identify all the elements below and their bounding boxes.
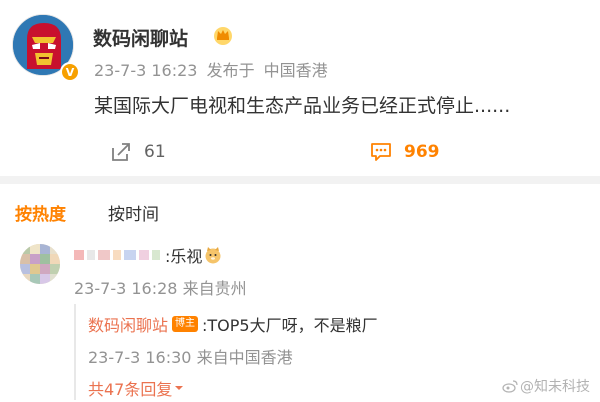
- author-name[interactable]: 数码闲聊站: [93, 24, 188, 51]
- post-date: 23-7-3 16:23: [94, 61, 198, 80]
- comment-icon: [371, 143, 391, 161]
- commenter-name-pixelated[interactable]: :乐视: [74, 244, 222, 266]
- comment-meta: 23-7-3 16:28 来自贵州: [74, 275, 247, 299]
- post-meta: 23-7-3 16:23 发布于 中国香港: [94, 57, 332, 81]
- watermark: @知未科技: [502, 376, 590, 396]
- comment-count: 969: [404, 142, 440, 162]
- weibo-logo-icon: [502, 380, 518, 393]
- reply-author[interactable]: 数码闲聊站: [88, 312, 168, 336]
- comment-location: 来自贵州: [182, 279, 247, 298]
- comment-button[interactable]: 969: [370, 140, 440, 164]
- tab-sort-hot[interactable]: 按热度: [15, 200, 66, 225]
- tab-sort-time[interactable]: 按时间: [108, 200, 159, 225]
- doge-emoji-icon: [205, 247, 221, 264]
- post-location: 中国香港: [263, 61, 328, 80]
- reply-location: 来自中国香港: [196, 348, 293, 367]
- section-divider: [0, 176, 600, 184]
- commenter-avatar[interactable]: [20, 244, 60, 284]
- crown-icon: [214, 27, 232, 45]
- share-icon: [112, 143, 130, 161]
- published-label: 发布于: [206, 61, 255, 80]
- share-button[interactable]: 61: [110, 140, 166, 164]
- comment-text: :乐视: [165, 247, 203, 266]
- reply-date: 23-7-3 16:30: [88, 348, 192, 367]
- reply-meta: 23-7-3 16:30 来自中国香港: [88, 344, 293, 368]
- reply-item: 数码闲聊站 博主 :TOP5大厂呀，不是粮厂: [88, 312, 378, 336]
- more-replies-link[interactable]: 共47条回复: [88, 376, 184, 400]
- reply-thread: 数码闲聊站 博主 :TOP5大厂呀，不是粮厂 23-7-3 16:30 来自中国…: [74, 304, 494, 400]
- host-badge: 博主: [172, 316, 199, 332]
- comment-item: :乐视 23-7-3 16:28 来自贵州: [0, 238, 600, 304]
- reply-text: :TOP5大厂呀，不是粮厂: [202, 316, 378, 335]
- pixelated-avatar-icon: [20, 244, 60, 284]
- more-replies-label: 共47条回复: [88, 380, 173, 399]
- watermark-text: @知未科技: [520, 379, 590, 395]
- verified-v-badge: V: [60, 62, 80, 82]
- action-bar: 61 969: [0, 128, 600, 172]
- post-header: V 数码闲聊站 23-7-3 16:23 发布于 中国香港: [12, 14, 592, 84]
- post-content: 某国际大厂电视和生态产品业务已经正式停止......: [94, 95, 511, 117]
- comment-date: 23-7-3 16:28: [74, 279, 178, 298]
- sort-tabs: 按热度 按时间: [0, 196, 600, 232]
- chevron-down-icon: [175, 386, 184, 390]
- share-count: 61: [144, 142, 166, 162]
